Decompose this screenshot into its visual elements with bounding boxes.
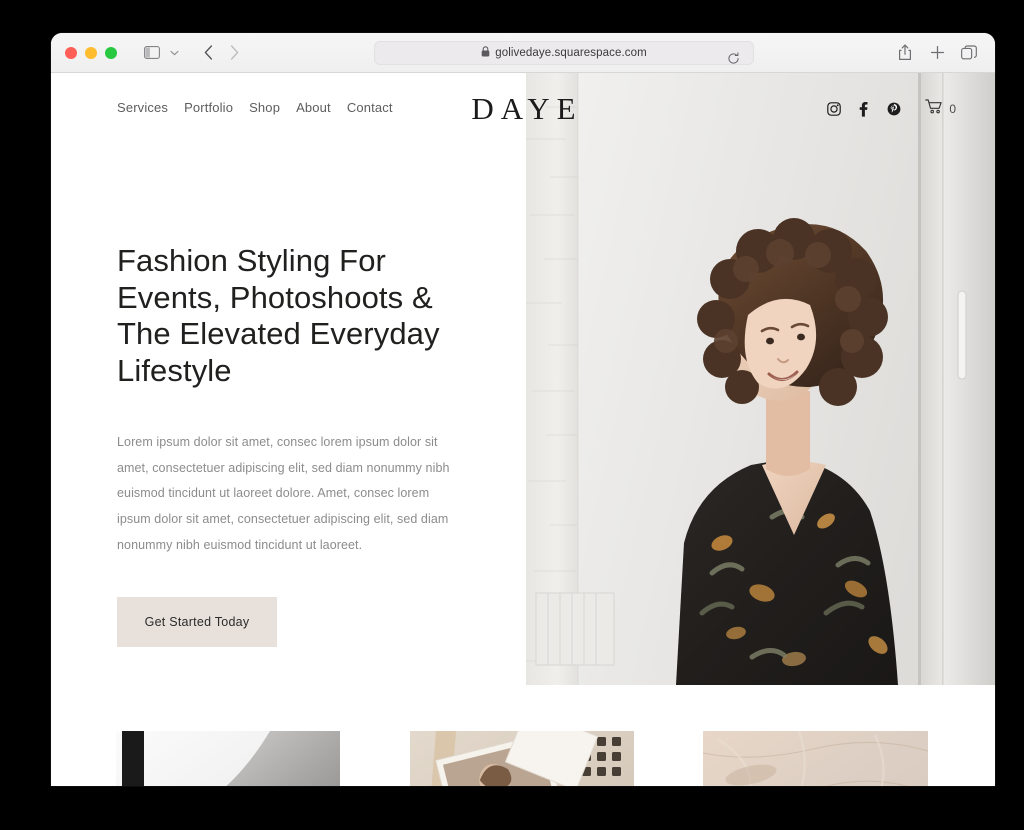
cart-button[interactable]: 0 [925,99,956,119]
maximize-window-button[interactable] [105,46,117,59]
address-bar[interactable]: golivedaye.squarespace.com [374,41,754,65]
page-title: Fashion Styling For Events, Photoshoots … [117,243,440,389]
header-actions: 0 [826,99,956,119]
share-icon[interactable] [895,41,915,63]
gallery-strip [51,706,995,786]
gallery-image-3[interactable] [703,731,928,786]
sidebar-toggle-icon[interactable] [139,41,165,65]
page-viewport: Services Portfolio Shop About Contact DA… [51,73,995,786]
browser-toolbar: golivedaye.squarespace.com [51,33,995,73]
device-bezel: golivedaye.squarespace.com Services Port… [10,8,1014,820]
toolbar-left-group [117,41,247,65]
get-started-button[interactable]: Get Started Today [117,596,277,647]
new-tab-icon[interactable] [927,41,947,63]
address-bar-content: golivedaye.squarespace.com [481,44,647,62]
close-window-button[interactable] [65,46,77,59]
chevron-down-icon[interactable] [165,41,183,65]
lock-icon [481,44,490,62]
minimize-window-button[interactable] [85,46,97,59]
url-text: golivedaye.squarespace.com [495,47,647,59]
site-header: Services Portfolio Shop About Contact DA… [51,73,995,145]
gallery-image-2[interactable] [410,731,634,786]
gallery-image-1[interactable] [116,731,340,786]
tab-overview-icon[interactable] [959,41,979,63]
facebook-icon[interactable] [856,101,871,117]
shopping-cart-icon [925,99,944,119]
reload-icon[interactable] [720,46,746,70]
forward-button[interactable] [221,41,247,65]
instagram-icon[interactable] [826,102,841,117]
hero-copy: Fashion Styling For Events, Photoshoots … [117,243,449,647]
back-button[interactable] [195,41,221,65]
pinterest-icon[interactable] [886,102,901,117]
window-controls [65,46,117,59]
browser-window: golivedaye.squarespace.com Services Port… [51,33,995,786]
hero-image [526,73,995,685]
cart-count: 0 [949,102,956,116]
toolbar-right-group [895,41,979,63]
hero-paragraph: Lorem ipsum dolor sit amet, consec lorem… [117,434,450,552]
